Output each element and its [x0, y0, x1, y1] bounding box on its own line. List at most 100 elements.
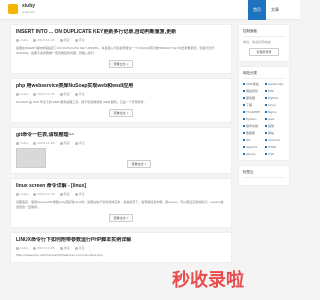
category-item[interactable]: Java [265, 117, 285, 121]
category-item[interactable]: Android [265, 138, 285, 142]
read-more-button[interactable]: 查看全文 » [126, 160, 152, 168]
category-label: JavaScript [268, 82, 284, 86]
post-comments[interactable]: 评论 [79, 192, 85, 196]
category-item[interactable]: MySQL [265, 96, 285, 100]
category-item[interactable]: 其他 [265, 124, 285, 128]
post-author[interactable]: xiuby [20, 192, 28, 196]
category-icon [265, 153, 267, 155]
category-item[interactable]: JavaScript [265, 82, 285, 86]
post-comments[interactable]: 评论 [79, 246, 85, 250]
post-card: linux screen 命令详解 - [linux] xiuby 2013-1… [10, 178, 232, 228]
category-label: MySQL [268, 96, 279, 100]
category-label: Android [268, 138, 280, 142]
category-item[interactable]: 数据库 [243, 131, 263, 135]
category-icon [243, 125, 245, 127]
post-thumbnail[interactable] [16, 148, 46, 168]
category-label: 网站优化 [246, 89, 259, 93]
post-meta: xiuby 2013-11-05 阅读 评论 [16, 141, 226, 145]
post-title[interactable]: INSERT INTO ... ON DUPLICATE KEY更新多行记录,自… [16, 29, 226, 36]
post-date: 2013-11-05 [37, 246, 55, 250]
category-item[interactable]: 网站优化 [243, 89, 263, 93]
category-icon [243, 111, 245, 113]
user-icon [16, 141, 19, 145]
post-link[interactable]: http://www.php.net/manual/zh/features.co… [16, 253, 226, 257]
category-item[interactable]: Apache [243, 145, 263, 149]
category-item[interactable]: CSS [265, 152, 285, 156]
category-item[interactable]: ThinkPHP [243, 110, 263, 114]
category-label: Nginx [268, 110, 277, 114]
logo-text[interactable]: xiuby [22, 3, 35, 9]
nav-item-home[interactable]: 首页 [248, 0, 266, 20]
post-views: 阅读 [63, 141, 70, 145]
category-icon [243, 90, 245, 92]
category-item[interactable]: Linux [265, 103, 285, 107]
post-author[interactable]: xiuby [20, 92, 28, 96]
comment-icon [74, 92, 78, 96]
user-icon [16, 92, 19, 96]
category-item[interactable]: Nginx [265, 110, 285, 114]
post-title[interactable]: linux screen 命令详解 - [linux] [16, 183, 226, 190]
comment-icon [74, 38, 78, 42]
read-more-button[interactable]: 查看全文 » [108, 109, 134, 117]
post-author[interactable]: xiuby [20, 246, 28, 250]
category-item[interactable]: PHP [265, 89, 285, 93]
category-icon [265, 146, 267, 148]
category-label: 操作系统 [246, 124, 259, 128]
post-views: 阅读 [63, 192, 70, 196]
comment-icon [74, 141, 78, 145]
clock-icon [33, 246, 37, 250]
post-excerpt: 如果在INSERT语句末尾指定了ON DUPLICATE KEY UPDATE，… [16, 46, 215, 55]
post-excerpt: 远程连接，使用SecureCRT或者putty连接到Linux时，如果在执行长时… [16, 200, 224, 209]
category-list: CMS建站 JavaScript 网站优化 PHP 服务器 MySQL 了解 Linux Thi… [243, 82, 285, 156]
post-title[interactable]: LINUX命令行下如何附带参数运行PHP脚本实例详解 [16, 237, 226, 244]
site-header: xiuby xiuby.com 首页 文章 [0, 0, 300, 20]
post-views: 阅读 [63, 92, 70, 96]
post-author[interactable]: xiuby [20, 141, 28, 145]
clock-icon [33, 92, 37, 96]
category-label: 了解 [246, 103, 253, 107]
eye-icon [59, 141, 63, 145]
post-views: 阅读 [63, 246, 70, 250]
post-card: LINUX命令行下如何附带参数运行PHP脚本实例详解 xiuby 2013-11… [10, 232, 232, 263]
read-more-button[interactable]: 查看全文 » [108, 60, 134, 68]
post-comments[interactable]: 评论 [79, 92, 85, 96]
post-comments[interactable]: 评论 [79, 141, 85, 145]
category-label: 其他 [268, 124, 275, 128]
post-comments[interactable]: 评论 [79, 38, 85, 42]
post-list: INSERT INTO ... ON DUPLICATE KEY更新多行记录,自… [10, 24, 232, 300]
nav-item-articles[interactable]: 文章 [266, 0, 284, 20]
category-label: Apache [246, 145, 258, 149]
tag-widget: 标签云 [238, 165, 290, 186]
admin-login-button[interactable]: 管理员登录 [249, 48, 279, 56]
post-title[interactable]: git命令一栏表,请现整理~~ [16, 132, 226, 139]
main-nav: 首页 文章 [248, 0, 284, 20]
welcome-text: 你好，欢迎访问本站！ [243, 40, 274, 44]
category-item[interactable]: 网站 [265, 131, 285, 135]
category-icon [265, 83, 267, 85]
clock-icon [33, 38, 37, 42]
eye-icon [59, 192, 63, 196]
category-label: Java [268, 117, 275, 121]
category-item[interactable]: Git [243, 138, 263, 142]
category-item[interactable]: Python [243, 117, 263, 121]
category-icon [265, 111, 267, 113]
logo-icon[interactable] [8, 4, 18, 14]
category-item[interactable]: 服务器 [243, 96, 263, 100]
user-icon [16, 192, 19, 196]
post-meta: xiuby 2013-11-05 阅读 评论 [16, 246, 226, 250]
category-item[interactable]: CMS建站 [243, 82, 263, 86]
category-item[interactable]: HTML [265, 145, 285, 149]
read-more-button[interactable]: 查看全文 » [108, 214, 134, 222]
comment-icon [74, 246, 78, 250]
clock-icon [33, 141, 37, 145]
category-item[interactable]: jQuery [243, 152, 263, 156]
category-item[interactable]: 操作系统 [243, 124, 263, 128]
category-icon [265, 118, 267, 120]
comment-icon [74, 192, 78, 196]
post-title[interactable]: php 用webservice类库NuSoap实现web和wsdl应用 [16, 83, 226, 90]
category-item[interactable]: 了解 [243, 103, 263, 107]
post-author[interactable]: xiuby [20, 38, 28, 42]
user-icon [16, 38, 19, 42]
category-icon [243, 139, 245, 141]
post-date: 2013-11-05 [37, 38, 55, 42]
